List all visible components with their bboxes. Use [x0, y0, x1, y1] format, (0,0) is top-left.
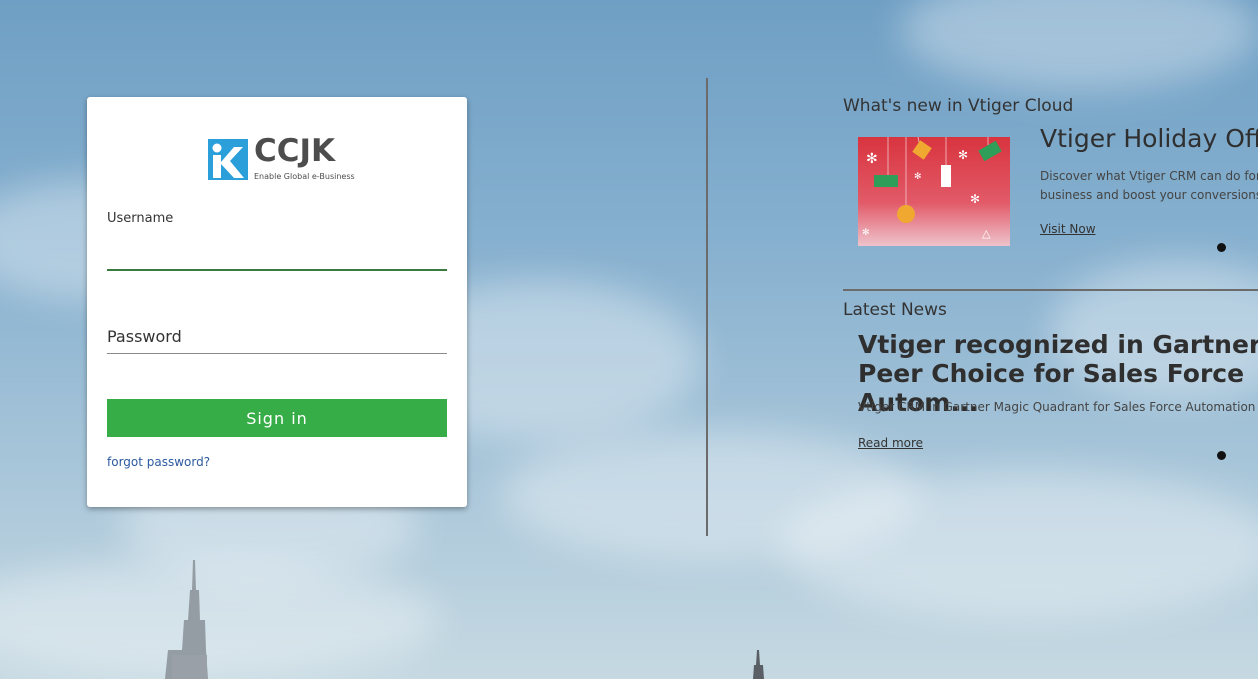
username-label: Username [107, 211, 174, 226]
svg-text:✻: ✻ [862, 228, 870, 238]
svg-text:△: △ [982, 227, 991, 240]
svg-text:✻: ✻ [866, 151, 878, 167]
forgot-password-link[interactable]: forgot password? [107, 455, 210, 469]
username-input[interactable] [107, 235, 447, 271]
svg-text:✻: ✻ [970, 192, 980, 206]
news-carousel-dot[interactable] [1217, 451, 1226, 460]
promo-description: Discover what Vtiger CRM can do for your… [1040, 169, 1258, 202]
sign-in-button[interactable]: Sign in [107, 399, 447, 437]
logo-tagline: Enable Global e-Business [254, 172, 355, 181]
svg-text:✻: ✻ [958, 148, 968, 162]
holiday-tags-illustration: ✻ ✻ ✻ ✻ ✻ △ [862, 137, 1002, 240]
logo-wordmark: CCJK [254, 133, 336, 169]
news-description: Vtiger CRM in Gartner Magic Quadrant for… [858, 400, 1256, 414]
whats-new-title: What's new in Vtiger Cloud [843, 96, 1074, 116]
password-input[interactable] [107, 319, 447, 354]
svg-text:✻: ✻ [914, 172, 922, 182]
login-card: CCJK Enable Global e-Business Username S… [87, 97, 467, 507]
visit-now-link[interactable]: Visit Now [1040, 222, 1096, 236]
ccjk-logo-icon [208, 139, 248, 180]
vertical-divider [706, 78, 708, 536]
city-skyline [165, 560, 764, 679]
promo-headline: Vtiger Holiday Offers [1040, 124, 1258, 153]
horizontal-divider [843, 289, 1258, 291]
holiday-promo-image: ✻ ✻ ✻ ✻ ✻ △ [858, 137, 1010, 246]
latest-news-title: Latest News [843, 300, 947, 320]
read-more-link[interactable]: Read more [858, 436, 923, 450]
promo-carousel-dot[interactable] [1217, 243, 1226, 252]
company-logo: CCJK Enable Global e-Business [208, 133, 355, 183]
